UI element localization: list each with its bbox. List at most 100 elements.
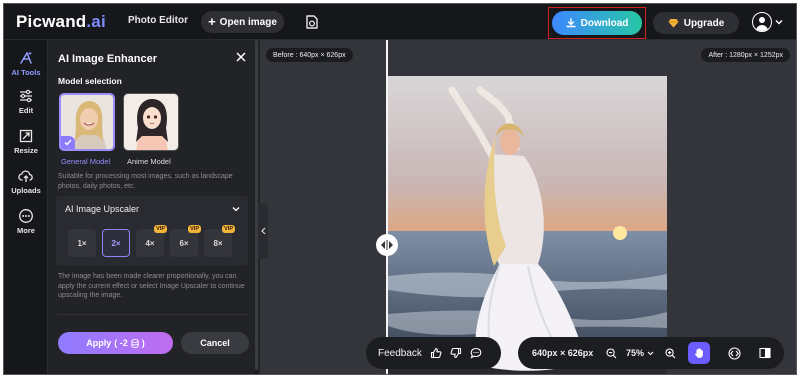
model-description: Suitable for processing most images, suc… [58, 173, 233, 190]
more-icon [19, 209, 33, 223]
model-selection-heading: Model selection [58, 76, 122, 86]
check-icon [61, 136, 75, 149]
split-view-button[interactable] [759, 337, 771, 369]
apply-button[interactable]: Apply ( -2 ) [58, 332, 173, 354]
scale-label: 4× [145, 238, 155, 248]
hand-icon [694, 348, 703, 358]
cancel-label: Cancel [200, 338, 230, 348]
view-toolbar: 640px × 626px 75% [518, 337, 784, 369]
scale-button-6x[interactable]: 6× VIP [170, 225, 201, 257]
chevron-down-icon[interactable] [232, 205, 240, 213]
scale-label: 1× [77, 238, 87, 248]
chevron-left-icon [260, 227, 265, 235]
resize-icon [19, 129, 33, 143]
scale-button-4x[interactable]: 4× VIP [136, 225, 167, 257]
download-button[interactable]: Download [552, 11, 642, 35]
logo[interactable]: Picwand.ai [16, 12, 106, 32]
upscale-info-text: The image has been made clearer proporti… [58, 273, 245, 299]
upload-cloud-icon [18, 170, 33, 182]
upscaler-title[interactable]: AI Image Upscaler [65, 204, 139, 214]
download-icon [565, 18, 576, 28]
apply-cost: ( -2 [114, 338, 128, 348]
image-dimensions: 640px × 626px [532, 348, 594, 358]
scale-label: 2× [111, 238, 121, 248]
vip-badge: VIP [188, 225, 201, 233]
enhancer-panel: AI Image Enhancer Model selection Genera… [48, 40, 260, 374]
vip-badge: VIP [222, 225, 235, 233]
feedback-bar: Feedback [366, 337, 501, 369]
compare-divider-line[interactable] [386, 40, 388, 374]
top-bar: Picwand.ai Photo Editor + Open image Dow… [4, 4, 796, 40]
logo-suffix: .ai [86, 12, 106, 31]
plus-icon: + [208, 14, 216, 29]
zoom-level: 75% [626, 348, 645, 358]
rail-label: AI Tools [11, 68, 41, 77]
divider [58, 314, 248, 315]
ai-tools-icon [20, 51, 32, 64]
zoom-in-icon [665, 347, 676, 358]
split-view-icon [759, 347, 771, 359]
apply-cost-end: ) [141, 338, 145, 348]
vip-badge: VIP [154, 225, 167, 233]
rail-item-resize[interactable]: Resize [4, 128, 48, 155]
rail-label: Edit [18, 106, 34, 115]
rail-item-uploads[interactable]: Uploads [4, 168, 48, 195]
arrows-horizontal-icon [381, 240, 393, 250]
pan-tool-button[interactable] [688, 342, 710, 364]
rail-label: Uploads [11, 186, 41, 195]
sliders-icon [20, 89, 32, 103]
apply-label: Apply [86, 338, 112, 348]
before-size-label: Before : 640px × 626px [266, 48, 353, 62]
anime-model-thumbnail [124, 94, 178, 150]
cancel-button[interactable]: Cancel [181, 332, 249, 354]
compare-icon [728, 346, 741, 360]
tool-rail: AI Tools Edit Resize Uploads More [4, 40, 48, 374]
panel-title: AI Image Enhancer [58, 53, 158, 65]
zoom-out-button[interactable] [606, 337, 617, 369]
rail-label: Resize [14, 146, 38, 155]
zoom-out-icon [606, 347, 617, 358]
open-image-label: Open image [219, 16, 277, 28]
download-label: Download [580, 17, 629, 29]
after-size-label: After : 1280px × 1252px [701, 48, 790, 62]
logo-text: Picwand [16, 12, 87, 31]
chevron-down-icon [775, 20, 783, 25]
comment-icon[interactable] [470, 347, 482, 359]
preview-image [388, 76, 667, 374]
nav-photo-editor[interactable]: Photo Editor [128, 15, 188, 26]
model-label-general: General Model [61, 157, 111, 166]
thumbs-down-icon[interactable] [450, 347, 462, 359]
scale-label: 6× [179, 238, 189, 248]
scale-label: 8× [213, 238, 223, 248]
rail-label: More [17, 226, 35, 235]
collapse-panel-tab[interactable] [258, 203, 268, 259]
scale-button-2x[interactable]: 2× [102, 229, 130, 257]
avatar [752, 12, 772, 32]
open-image-button[interactable]: + Open image [201, 11, 284, 33]
model-card-anime[interactable] [123, 93, 179, 151]
scale-button-8x[interactable]: 8× VIP [204, 225, 235, 257]
account-menu[interactable] [752, 12, 783, 32]
scale-button-1x[interactable]: 1× [68, 229, 96, 257]
model-label-anime: Anime Model [127, 157, 171, 166]
history-icon[interactable] [304, 14, 320, 30]
zoom-level-select[interactable]: 75% [626, 337, 654, 369]
model-card-general[interactable] [59, 93, 115, 151]
thumbs-up-icon[interactable] [430, 347, 442, 359]
compare-slider-handle[interactable] [376, 234, 398, 256]
diamond-icon [668, 19, 679, 28]
upgrade-button[interactable]: Upgrade [653, 12, 739, 34]
chevron-down-icon [647, 351, 654, 355]
zoom-in-button[interactable] [665, 337, 676, 369]
upgrade-label: Upgrade [683, 17, 725, 29]
close-icon[interactable] [235, 51, 247, 63]
rail-item-more[interactable]: More [4, 208, 48, 235]
rail-item-edit[interactable]: Edit [4, 88, 48, 115]
image-canvas: Before : 640px × 626px After : 1280px × … [260, 40, 796, 374]
app-window: Picwand.ai Photo Editor + Open image Dow… [3, 3, 797, 375]
upscaler-section: AI Image Upscaler 1× 2× 4× VIP 6× VIP 8×… [56, 196, 248, 266]
rail-item-ai-tools[interactable]: AI Tools [4, 50, 48, 77]
feedback-label: Feedback [378, 347, 422, 359]
credit-icon [131, 338, 139, 348]
compare-toggle-button[interactable] [728, 337, 741, 369]
